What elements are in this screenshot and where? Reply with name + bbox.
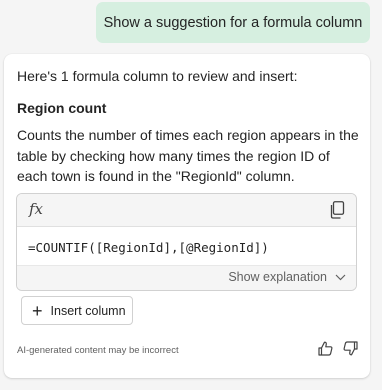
show-explanation-toggle[interactable]: Show explanation [228,270,346,284]
formula-box-header: fx [17,194,356,227]
formula-description: Counts the number of times each region a… [17,127,359,184]
formula-column-name: Region count [17,100,107,116]
insert-column-button[interactable]: + Insert column [21,296,133,325]
insert-column-label: Insert column [50,303,126,318]
response-intro: Here's 1 formula column to review and in… [17,68,298,84]
fx-icon: fx [29,200,44,218]
user-message-bubble: Show a suggestion for a formula column [96,2,370,43]
plus-icon: + [32,300,43,321]
copy-icon[interactable] [329,201,345,219]
user-message-text: Show a suggestion for a formula column [103,14,363,31]
formula-box: fx =COUNTIF([RegionId],[@RegionId]) Show… [16,193,357,291]
assistant-response-card: Here's 1 formula column to review and in… [4,54,370,378]
feedback-controls [317,340,359,357]
ai-disclaimer: AI-generated content may be incorrect [17,345,179,356]
chevron-down-icon [335,274,346,280]
thumbs-up-icon[interactable] [317,340,334,357]
formula-text[interactable]: =COUNTIF([RegionId],[@RegionId]) [28,240,269,255]
formula-box-footer: Show explanation [17,265,356,290]
thumbs-down-icon[interactable] [342,340,359,357]
show-explanation-label: Show explanation [228,270,327,284]
